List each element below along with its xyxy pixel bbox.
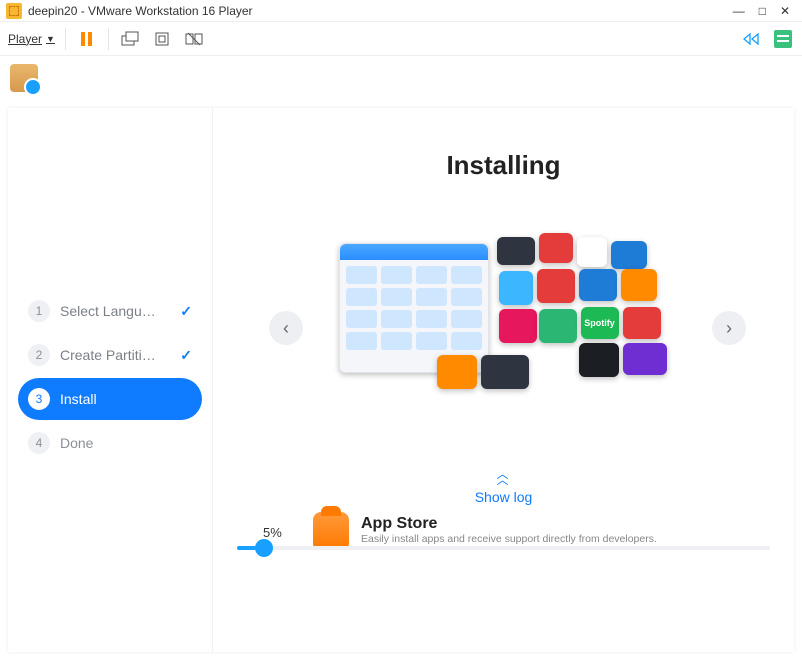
page-title: Installing — [446, 150, 560, 181]
feature-carousel: ‹ MSpotify › — [213, 243, 794, 413]
feature-caption: App Store Easily install apps and receiv… — [313, 512, 657, 548]
installer-app-icon[interactable] — [10, 64, 38, 92]
carousel-next-button[interactable]: › — [712, 311, 746, 345]
fullscreen-button[interactable] — [151, 28, 173, 50]
send-ctrl-alt-del-button[interactable] — [119, 28, 141, 50]
pause-icon — [81, 32, 92, 46]
pause-button[interactable] — [76, 28, 98, 50]
app-tile — [499, 309, 537, 343]
step-label: Done — [60, 435, 192, 451]
keyboard-icon — [121, 31, 139, 47]
feature-subtitle: Easily install apps and receive support … — [361, 533, 657, 545]
step-label: Select Langu… — [60, 303, 180, 319]
unity-button[interactable] — [183, 28, 205, 50]
notes-button[interactable] — [772, 28, 794, 50]
maximize-button[interactable]: □ — [759, 4, 766, 18]
app-tile — [437, 355, 477, 389]
app-tile — [497, 237, 535, 265]
note-icon — [774, 30, 792, 48]
player-menu[interactable]: Player ▼ — [8, 32, 55, 46]
installer-window: 1 Select Langu… ✓ 2 Create Partiti… ✓ 3 … — [8, 108, 794, 652]
app-icon — [6, 3, 22, 19]
app-store-icon — [313, 512, 349, 548]
chevron-down-icon: ▼ — [46, 34, 55, 44]
step-number: 3 — [28, 388, 50, 410]
app-tile — [539, 233, 573, 263]
app-tile: M — [577, 237, 607, 267]
step-label: Create Partiti… — [60, 347, 180, 363]
check-icon: ✓ — [180, 303, 192, 320]
rewind-icon — [742, 33, 760, 45]
step-label: Install — [60, 391, 192, 407]
app-tile — [579, 343, 619, 377]
window-title: deepin20 - VMware Workstation 16 Player — [28, 4, 733, 18]
check-icon: ✓ — [180, 347, 192, 364]
step-done: 4 Done — [18, 422, 202, 464]
toolbar-divider — [108, 28, 109, 50]
step-select-language: 1 Select Langu… ✓ — [18, 290, 202, 332]
app-store-screenshot — [339, 243, 489, 373]
toolbar-divider — [65, 28, 66, 50]
step-number: 4 — [28, 432, 50, 454]
app-tile — [539, 309, 577, 343]
guest-screen: 1 Select Langu… ✓ 2 Create Partiti… ✓ 3 … — [0, 56, 802, 656]
step-number: 1 — [28, 300, 50, 322]
app-tile — [611, 241, 647, 269]
show-log-button[interactable]: Show log — [475, 489, 533, 505]
app-tile — [537, 269, 575, 303]
player-menu-label: Player — [8, 32, 42, 46]
chevron-up-icon: ︿︿ — [496, 471, 510, 483]
app-tiles: MSpotify — [339, 243, 669, 413]
app-tile — [481, 355, 529, 389]
close-button[interactable]: ✕ — [780, 4, 790, 18]
unity-icon — [185, 31, 203, 47]
installer-main: Installing ‹ MSpotify › App Store Easily… — [213, 108, 794, 652]
progress-knob — [255, 539, 273, 557]
app-tile: Spotify — [581, 307, 619, 339]
carousel-prev-button[interactable]: ‹ — [269, 311, 303, 345]
step-number: 2 — [28, 344, 50, 366]
app-tile — [499, 271, 533, 305]
window-titlebar: deepin20 - VMware Workstation 16 Player … — [0, 0, 802, 22]
app-tile — [623, 307, 661, 339]
minimize-button[interactable]: — — [733, 4, 745, 18]
steps-sidebar: 1 Select Langu… ✓ 2 Create Partiti… ✓ 3 … — [8, 108, 213, 652]
cycle-button[interactable] — [740, 28, 762, 50]
step-create-partition: 2 Create Partiti… ✓ — [18, 334, 202, 376]
app-tile — [621, 269, 657, 301]
toolbar: Player ▼ — [0, 22, 802, 56]
fullscreen-icon — [154, 31, 170, 47]
feature-title: App Store — [361, 515, 657, 533]
app-tile — [623, 343, 667, 375]
app-tile — [579, 269, 617, 301]
step-install: 3 Install — [18, 378, 202, 420]
